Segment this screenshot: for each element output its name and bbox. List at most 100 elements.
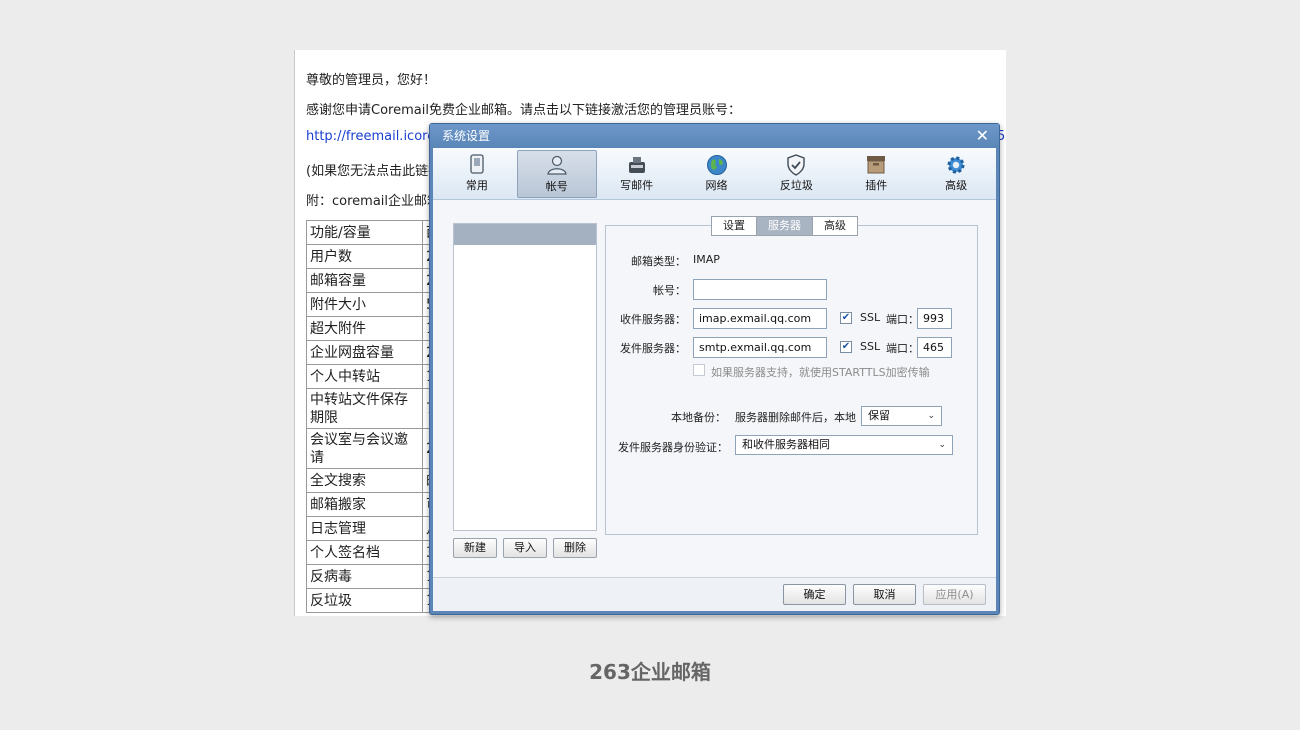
table-row: 用户数2 xyxy=(306,244,444,269)
toolbar-item-advanced[interactable]: 高级 xyxy=(916,150,996,198)
incoming-ssl-label: SSL xyxy=(860,311,881,324)
smtp-auth-value: 和收件服务器相同 xyxy=(742,438,830,451)
incoming-server-label: 收件服务器： xyxy=(620,313,686,326)
feature-name-cell: 反病毒 xyxy=(306,564,423,589)
table-row: 邮箱容量2 xyxy=(306,268,444,293)
outgoing-server-label: 发件服务器： xyxy=(620,342,686,355)
account-label: 帐号： xyxy=(653,284,686,297)
gear-icon xyxy=(947,156,965,174)
toolbar-label: 反垃圾 xyxy=(779,179,813,192)
toolbar-item-general[interactable]: 常用 xyxy=(437,150,517,198)
mailbox-type-label: 邮箱类型： xyxy=(631,255,686,268)
table-row: 反病毒1 xyxy=(306,564,444,589)
toolbar-label: 网络 xyxy=(705,179,728,192)
table-row: 邮箱搬家可 xyxy=(306,492,444,517)
settings-dialog: 系统设置 ✕ 常用 帐号 写邮件 网络 反垃圾 插件 高级 新建 导入 删除 设… xyxy=(429,123,1000,615)
toolbar-label: 写邮件 xyxy=(620,179,654,192)
table-row: 中转站文件保存期限7 xyxy=(306,388,444,429)
account-settings-panel xyxy=(605,225,978,535)
local-backup-desc: 服务器删除邮件后，本地 xyxy=(735,411,856,424)
toolbar-label: 高级 xyxy=(945,179,968,192)
email-appendix: 附：coremail企业邮箱 xyxy=(306,194,441,209)
toolbar-item-network[interactable]: 网络 xyxy=(677,150,757,198)
table-row: 个人签名档3 xyxy=(306,540,444,565)
outgoing-port-label: 端口： xyxy=(886,342,919,355)
incoming-server-field[interactable]: imap.exmail.qq.com xyxy=(693,308,827,329)
outgoing-ssl-label: SSL xyxy=(860,340,881,353)
local-backup-select[interactable]: 保留 ⌄ xyxy=(861,406,942,426)
ok-button[interactable]: 确定 xyxy=(783,584,846,605)
toolbar-item-account[interactable]: 帐号 xyxy=(516,150,597,198)
feature-name-cell: 邮箱容量 xyxy=(306,268,423,293)
account-field[interactable] xyxy=(693,279,827,300)
cancel-button[interactable]: 取消 xyxy=(853,584,916,605)
toolbar-label: 常用 xyxy=(465,179,488,192)
table-row: 反垃圾1 xyxy=(306,588,444,613)
feature-name-cell: 个人签名档 xyxy=(306,540,423,565)
local-backup-value: 保留 xyxy=(868,409,890,422)
email-thanks: 感谢您申请Coremail免费企业邮箱。请点击以下链接激活您的管理员账号： xyxy=(306,103,741,118)
smtp-auth-select[interactable]: 和收件服务器相同 ⌄ xyxy=(735,435,953,455)
feature-name-cell: 企业网盘容量 xyxy=(306,340,423,365)
toolbar-item-antispam[interactable]: 反垃圾 xyxy=(756,150,836,198)
feature-name-cell: 中转站文件保存期限 xyxy=(306,388,423,429)
starttls-label: 如果服务器支持，就使用STARTTLS加密传输 xyxy=(711,366,930,379)
delete-account-button[interactable]: 删除 xyxy=(553,538,597,558)
feature-table: 功能/容量西用户数2邮箱容量2附件大小5超大附件1企业网盘容量2个人中转站1中转… xyxy=(306,220,444,613)
settings-tabs: 设置 服务器 高级 xyxy=(711,216,858,236)
page-caption: 263企业邮箱 xyxy=(589,660,711,684)
chevron-down-icon: ⌄ xyxy=(938,440,946,450)
feature-name-cell: 会议室与会议邀请 xyxy=(306,428,423,469)
table-row: 附件大小5 xyxy=(306,292,444,317)
feature-name-cell: 反垃圾 xyxy=(306,588,423,613)
box-icon xyxy=(867,156,886,174)
phone-icon xyxy=(470,154,484,174)
outgoing-port-field[interactable]: 465 xyxy=(917,337,952,358)
shield-check-icon xyxy=(787,154,806,176)
user-icon xyxy=(547,155,567,175)
incoming-ssl-checkbox[interactable]: ✔ xyxy=(840,312,852,324)
chevron-down-icon: ⌄ xyxy=(927,411,935,421)
dialog-titlebar[interactable]: 系统设置 ✕ xyxy=(430,124,999,148)
globe-icon xyxy=(706,155,727,175)
incoming-port-field[interactable]: 993 xyxy=(917,308,952,329)
feature-name-cell: 超大附件 xyxy=(306,316,423,341)
table-row: 个人中转站1 xyxy=(306,364,444,389)
account-list-item-selected[interactable] xyxy=(454,224,596,245)
starttls-checkbox[interactable] xyxy=(693,364,705,376)
feature-name-cell: 邮箱搬家 xyxy=(306,492,423,517)
table-row: 会议室与会议邀请2 xyxy=(306,428,444,469)
table-row: 超大附件1 xyxy=(306,316,444,341)
feature-name-cell: 用户数 xyxy=(306,244,423,269)
outgoing-server-field[interactable]: smtp.exmail.qq.com xyxy=(693,337,827,358)
feature-name-cell: 日志管理 xyxy=(306,516,423,541)
import-account-button[interactable]: 导入 xyxy=(503,538,547,558)
close-icon[interactable]: ✕ xyxy=(976,124,989,148)
tab-settings[interactable]: 设置 xyxy=(711,216,757,236)
settings-toolbar: 常用 帐号 写邮件 网络 反垃圾 插件 高级 xyxy=(433,148,996,200)
tab-server[interactable]: 服务器 xyxy=(756,216,813,236)
outgoing-ssl-checkbox[interactable]: ✔ xyxy=(840,341,852,353)
table-row: 全文搜索的 xyxy=(306,468,444,493)
mailbox-type-value: IMAP xyxy=(693,253,720,266)
feature-name-cell: 全文搜索 xyxy=(306,468,423,493)
table-row: 功能/容量西 xyxy=(306,220,444,245)
apply-button[interactable]: 应用(A) xyxy=(923,584,986,605)
account-list[interactable] xyxy=(453,223,597,531)
feature-name-cell: 功能/容量 xyxy=(306,220,423,245)
table-row: 企业网盘容量2 xyxy=(306,340,444,365)
incoming-port-label: 端口： xyxy=(886,313,919,326)
feature-name-cell: 附件大小 xyxy=(306,292,423,317)
activation-link[interactable]: http://freemail.icore xyxy=(306,129,435,144)
ink-bottle-icon xyxy=(628,157,645,173)
toolbar-item-plugins[interactable]: 插件 xyxy=(836,150,916,198)
email-greeting: 尊敬的管理员，您好！ xyxy=(306,73,437,88)
local-backup-label: 本地备份： xyxy=(671,411,726,424)
toolbar-label: 帐号 xyxy=(545,180,568,193)
new-account-button[interactable]: 新建 xyxy=(453,538,497,558)
tab-advanced[interactable]: 高级 xyxy=(812,216,858,236)
email-note: (如果您无法点击此链接 xyxy=(306,164,442,179)
toolbar-item-compose[interactable]: 写邮件 xyxy=(597,150,677,198)
dialog-footer: 确定 取消 应用(A) xyxy=(433,577,996,611)
feature-name-cell: 个人中转站 xyxy=(306,364,423,389)
